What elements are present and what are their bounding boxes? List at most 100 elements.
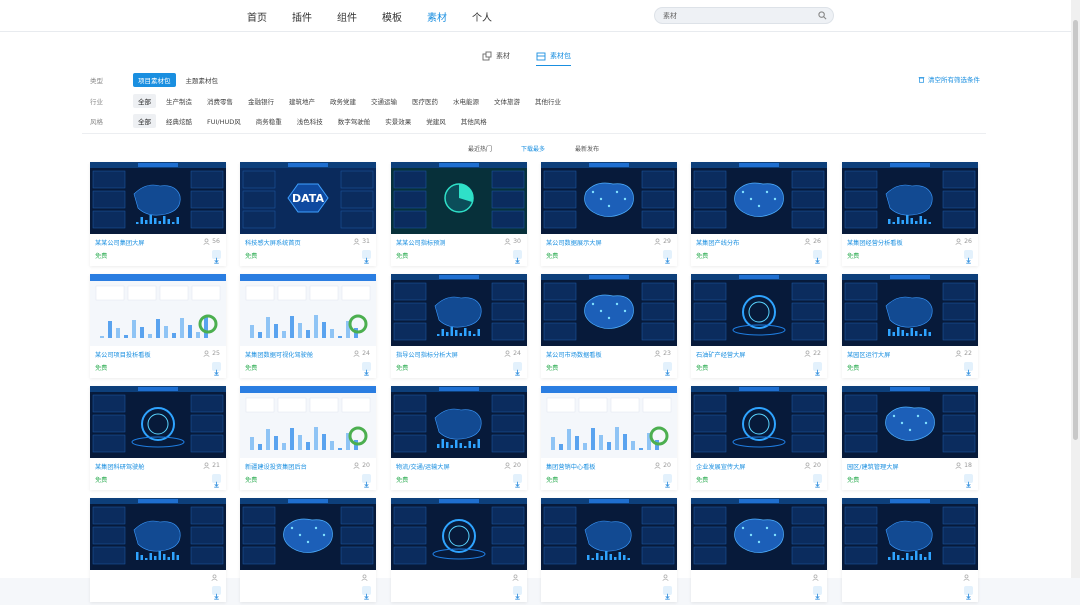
template-card[interactable]: 新疆建设投资集团后台 20 免费: [240, 386, 376, 490]
template-card[interactable]: [691, 498, 827, 602]
filter-chip[interactable]: 其他行业: [530, 94, 566, 108]
card-thumbnail[interactable]: DATA: [240, 162, 376, 234]
search-icon[interactable]: [818, 11, 827, 20]
filter-chip[interactable]: 项目素材包: [133, 73, 176, 87]
download-icon[interactable]: [513, 586, 522, 600]
nav-templates[interactable]: 模板: [382, 9, 402, 24]
card-thumbnail[interactable]: [240, 274, 376, 346]
filter-chip[interactable]: 金融银行: [243, 94, 279, 108]
nav-assets[interactable]: 素材: [427, 9, 447, 24]
download-icon[interactable]: [663, 362, 672, 376]
filter-chip[interactable]: 主题素材包: [181, 73, 224, 87]
card-title[interactable]: 物流/交通/运输大屏: [396, 462, 450, 471]
card-title[interactable]: 某公司数据展示大屏: [546, 238, 602, 247]
card-title[interactable]: 某集团科研驾驶舱: [95, 462, 145, 471]
card-title[interactable]: 某集团数据可视化驾驶舱: [245, 350, 313, 359]
card-title[interactable]: 指导公司指标分析大屏: [396, 350, 458, 359]
download-icon[interactable]: [813, 586, 822, 600]
template-card[interactable]: [842, 498, 978, 602]
template-card[interactable]: [541, 498, 677, 602]
template-card[interactable]: 石油矿产经营大屏 22 免费: [691, 274, 827, 378]
template-card[interactable]: 某集团经营分析看板 26 免费: [842, 162, 978, 266]
card-thumbnail[interactable]: [691, 274, 827, 346]
card-thumbnail[interactable]: [240, 386, 376, 458]
template-card[interactable]: [391, 498, 527, 602]
card-title[interactable]: 某某公司集团大屏: [95, 238, 145, 247]
download-icon[interactable]: [813, 362, 822, 376]
template-card[interactable]: [90, 498, 226, 602]
template-card[interactable]: 某集团数据可视化驾驶舱 24 免费: [240, 274, 376, 378]
filter-chip[interactable]: 消费零售: [202, 94, 238, 108]
card-thumbnail[interactable]: [691, 498, 827, 570]
download-icon[interactable]: [964, 250, 973, 264]
filter-chip[interactable]: 浅色科技: [292, 114, 328, 128]
scrollbar-thumb[interactable]: [1073, 20, 1078, 440]
template-card[interactable]: 指导公司指标分析大屏 24 免费: [391, 274, 527, 378]
template-card[interactable]: 集团营销中心看板 20 免费: [541, 386, 677, 490]
template-card[interactable]: [240, 498, 376, 602]
card-title[interactable]: 某公司市场数据看板: [546, 350, 602, 359]
download-icon[interactable]: [212, 362, 221, 376]
card-thumbnail[interactable]: [691, 386, 827, 458]
download-icon[interactable]: [212, 474, 221, 488]
search-input[interactable]: [663, 10, 813, 22]
card-title[interactable]: 某集团经营分析看板: [847, 238, 903, 247]
card-title[interactable]: 石油矿产经营大屏: [696, 350, 746, 359]
template-card[interactable]: 某集团产线分布 26 免费: [691, 162, 827, 266]
filter-chip[interactable]: 水电能源: [448, 94, 484, 108]
filter-chip[interactable]: 建筑地产: [284, 94, 320, 108]
template-card[interactable]: 某公司数据展示大屏 29 免费: [541, 162, 677, 266]
template-card[interactable]: 某园区运行大屏 22 免费: [842, 274, 978, 378]
card-thumbnail[interactable]: [541, 498, 677, 570]
download-icon[interactable]: [663, 250, 672, 264]
card-thumbnail[interactable]: [842, 386, 978, 458]
sort-downloads[interactable]: 下载最多: [521, 144, 545, 153]
template-card[interactable]: 某某公司集团大屏 56 免费: [90, 162, 226, 266]
scrollbar[interactable]: [1071, 0, 1080, 578]
nav-components[interactable]: 组件: [337, 9, 357, 24]
filter-chip[interactable]: 政务党建: [325, 94, 361, 108]
filter-chip[interactable]: 全部: [133, 94, 156, 108]
card-thumbnail[interactable]: [90, 274, 226, 346]
download-icon[interactable]: [813, 474, 822, 488]
filter-chip[interactable]: FUI/HUD风: [202, 114, 246, 128]
card-title[interactable]: 集团营销中心看板: [546, 462, 596, 471]
filter-chip[interactable]: 其他风格: [456, 114, 492, 128]
tab-assets[interactable]: 素材: [482, 46, 510, 66]
download-icon[interactable]: [362, 474, 371, 488]
download-icon[interactable]: [212, 250, 221, 264]
card-thumbnail[interactable]: [391, 386, 527, 458]
download-icon[interactable]: [813, 250, 822, 264]
template-card[interactable]: 某某公司指标预测 30 免费: [391, 162, 527, 266]
card-thumbnail[interactable]: [541, 386, 677, 458]
clear-filters-button[interactable]: 清空所有筛选条件: [918, 74, 980, 84]
card-title[interactable]: 某园区运行大屏: [847, 350, 890, 359]
card-thumbnail[interactable]: [90, 498, 226, 570]
download-icon[interactable]: [964, 474, 973, 488]
download-icon[interactable]: [513, 362, 522, 376]
card-thumbnail[interactable]: [391, 498, 527, 570]
template-card[interactable]: 某公司市场数据看板 23 免费: [541, 274, 677, 378]
template-card[interactable]: 某集团科研驾驶舱 21 免费: [90, 386, 226, 490]
card-thumbnail[interactable]: [842, 274, 978, 346]
download-icon[interactable]: [964, 362, 973, 376]
nav-plugins[interactable]: 插件: [292, 9, 312, 24]
card-thumbnail[interactable]: [691, 162, 827, 234]
template-card[interactable]: 物流/交通/运输大屏 20 免费: [391, 386, 527, 490]
filter-chip[interactable]: 经典炫酷: [161, 114, 197, 128]
card-thumbnail[interactable]: [90, 386, 226, 458]
sort-newest[interactable]: 最新发布: [575, 144, 599, 153]
card-thumbnail[interactable]: [240, 498, 376, 570]
download-icon[interactable]: [663, 586, 672, 600]
card-thumbnail[interactable]: [842, 498, 978, 570]
download-icon[interactable]: [212, 586, 221, 600]
filter-chip[interactable]: 实景效果: [380, 114, 416, 128]
download-icon[interactable]: [663, 474, 672, 488]
card-title[interactable]: 某公司项目投析看板: [95, 350, 151, 359]
tab-asset-packs[interactable]: 素材包: [536, 46, 571, 66]
template-card[interactable]: 某公司项目投析看板 25 免费: [90, 274, 226, 378]
download-icon[interactable]: [362, 362, 371, 376]
nav-personal[interactable]: 个人: [472, 9, 492, 24]
card-title[interactable]: 企业发展宣传大屏: [696, 462, 746, 471]
card-thumbnail[interactable]: [391, 274, 527, 346]
